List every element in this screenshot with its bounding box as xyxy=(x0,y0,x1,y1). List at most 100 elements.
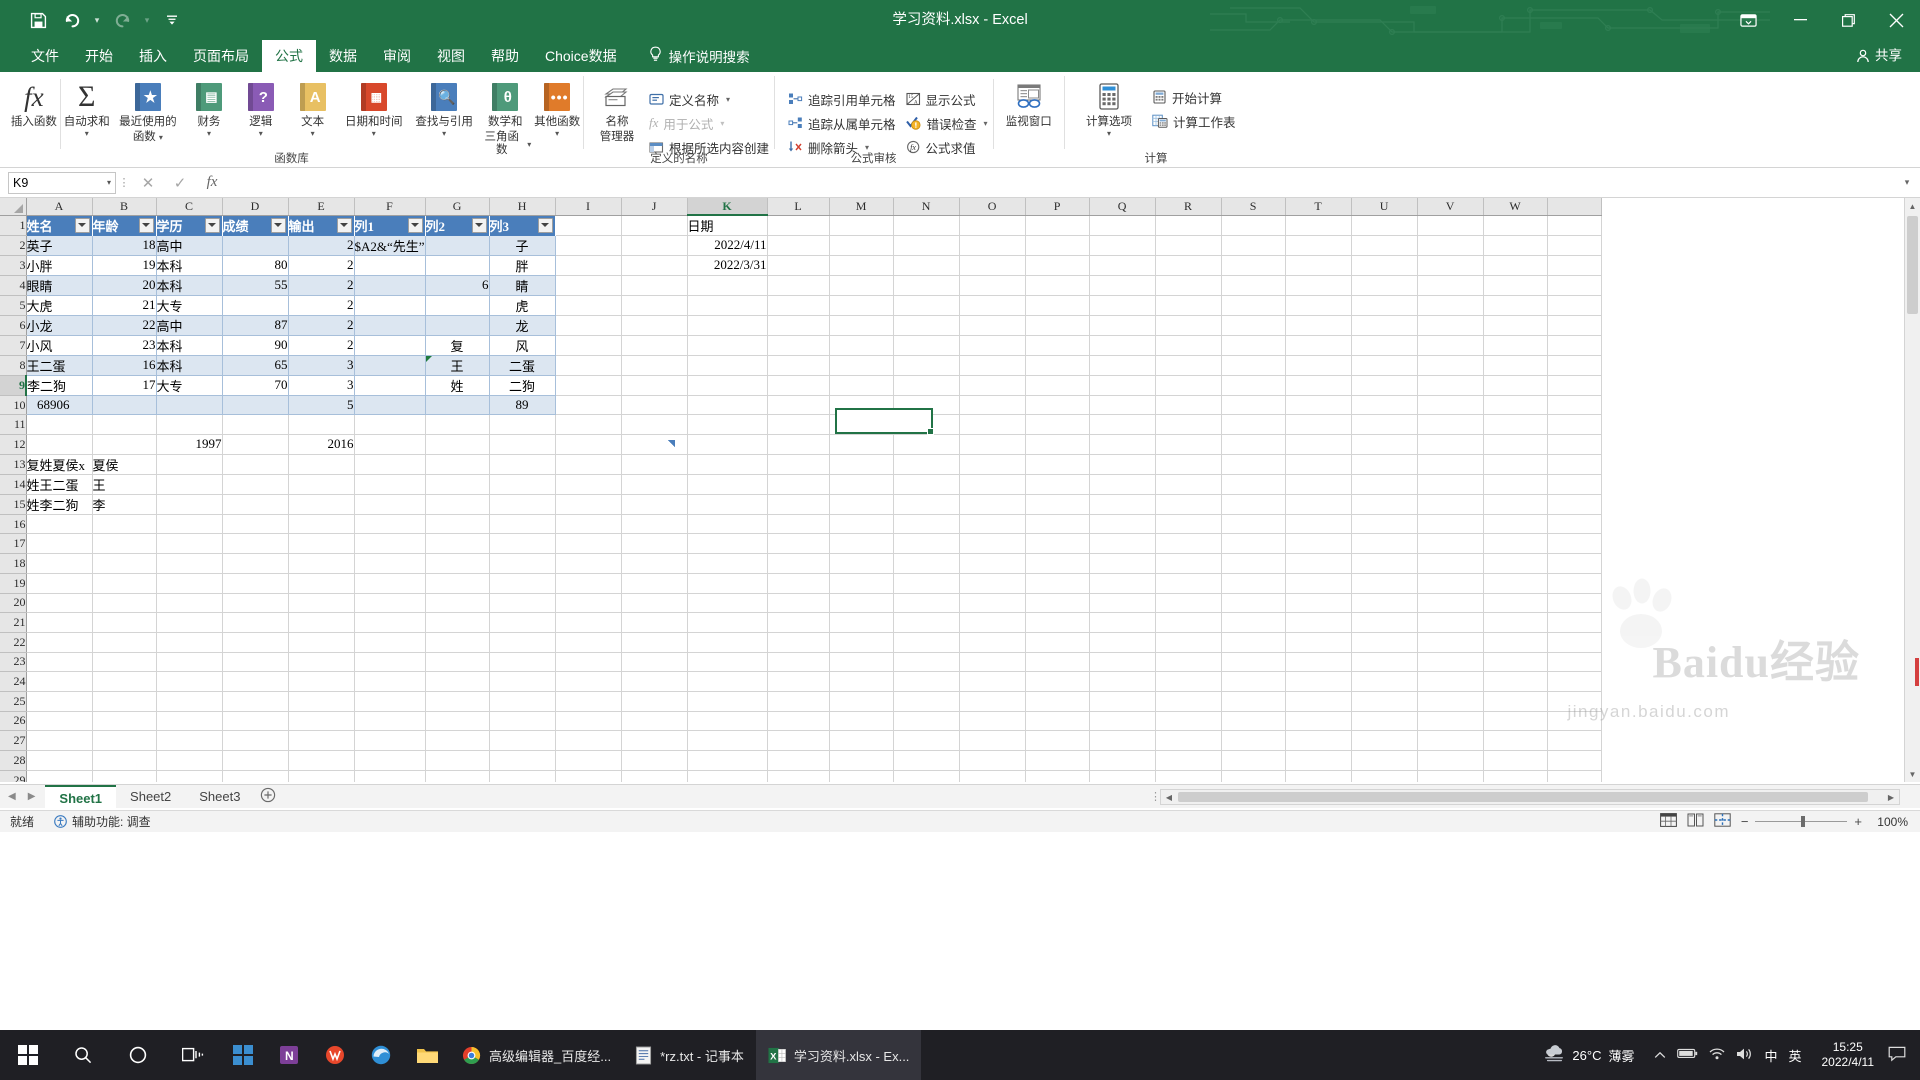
cell-H1[interactable]: 列3 xyxy=(489,215,556,236)
cell-A27[interactable] xyxy=(26,730,93,751)
cell-U11[interactable] xyxy=(1351,414,1418,436)
cell-V27[interactable] xyxy=(1417,730,1484,751)
insert-function-icon[interactable]: fx xyxy=(196,174,228,191)
cell-V13[interactable] xyxy=(1417,454,1484,475)
cell-F25[interactable] xyxy=(354,691,426,712)
cell-B23[interactable] xyxy=(92,652,157,673)
cell-F23[interactable] xyxy=(354,652,426,673)
zoom-out-icon[interactable]: − xyxy=(1741,814,1749,829)
cell-B20[interactable] xyxy=(92,593,157,614)
store-icon[interactable] xyxy=(220,1030,266,1080)
cell-H20[interactable] xyxy=(489,593,556,614)
horizontal-scroll-thumb[interactable] xyxy=(1178,792,1868,802)
cell-T8[interactable] xyxy=(1285,355,1352,376)
cell-R28[interactable] xyxy=(1155,750,1222,771)
cell-X14[interactable] xyxy=(1547,474,1602,495)
cell-W23[interactable] xyxy=(1483,652,1548,673)
cell-T22[interactable] xyxy=(1285,632,1352,653)
cell-M18[interactable] xyxy=(829,553,894,574)
cell-O16[interactable] xyxy=(959,514,1026,535)
add-sheet-button[interactable] xyxy=(254,787,282,806)
cell-K16[interactable] xyxy=(687,514,768,535)
filter-button-B[interactable] xyxy=(138,217,154,233)
row-header-18[interactable]: 18 xyxy=(0,553,27,574)
cell-T23[interactable] xyxy=(1285,652,1352,673)
cell-I2[interactable] xyxy=(555,235,622,256)
cell-K10[interactable] xyxy=(687,395,768,416)
use-in-formula-dropdown-icon[interactable]: ▾ xyxy=(720,119,724,128)
zoom-slider[interactable]: − + xyxy=(1741,814,1862,829)
row-header-4[interactable]: 4 xyxy=(0,275,27,296)
cell-I13[interactable] xyxy=(555,454,622,475)
cell-G17[interactable] xyxy=(425,533,490,555)
cell-F29[interactable] xyxy=(354,770,426,782)
cell-A19[interactable] xyxy=(26,573,93,594)
cell-N18[interactable] xyxy=(893,553,960,574)
tab-file[interactable]: 文件 xyxy=(18,40,72,72)
cell-B16[interactable] xyxy=(92,514,157,535)
cell-G7[interactable]: 复 xyxy=(425,335,490,356)
cell-N12[interactable] xyxy=(893,434,960,455)
cell-N22[interactable] xyxy=(893,632,960,653)
col-header-S[interactable]: S xyxy=(1221,198,1286,216)
cell-V20[interactable] xyxy=(1417,593,1484,614)
cell-S5[interactable] xyxy=(1221,295,1286,316)
cell-E9[interactable]: 3 xyxy=(288,375,355,396)
cell-H18[interactable] xyxy=(489,553,556,574)
cell-S3[interactable] xyxy=(1221,255,1286,276)
cell-T29[interactable] xyxy=(1285,770,1352,782)
cell-H10[interactable]: 89 xyxy=(489,395,556,416)
cell-F4[interactable] xyxy=(354,275,426,296)
cell-K15[interactable] xyxy=(687,494,768,515)
cell-C3[interactable]: 本科 xyxy=(156,255,223,276)
cell-X29[interactable] xyxy=(1547,770,1602,782)
row-header-9[interactable]: 9 xyxy=(0,375,27,396)
cell-P5[interactable] xyxy=(1025,295,1090,316)
cell-X13[interactable] xyxy=(1547,454,1602,475)
col-header-P[interactable]: P xyxy=(1025,198,1090,216)
cell-V6[interactable] xyxy=(1417,315,1484,336)
cell-Q13[interactable] xyxy=(1089,454,1156,475)
cell-G11[interactable] xyxy=(425,414,490,436)
cell-T28[interactable] xyxy=(1285,750,1352,771)
cell-C4[interactable]: 本科 xyxy=(156,275,223,296)
cell-N23[interactable] xyxy=(893,652,960,673)
cell-P20[interactable] xyxy=(1025,593,1090,614)
cell-X27[interactable] xyxy=(1547,730,1602,751)
row-header-10[interactable]: 10 xyxy=(0,395,27,416)
cell-A18[interactable] xyxy=(26,553,93,574)
cell-L23[interactable] xyxy=(767,652,830,673)
cell-B12[interactable] xyxy=(92,434,157,455)
calculation-options-dropdown-icon[interactable]: ▾ xyxy=(1107,129,1111,138)
date-time-dropdown-icon[interactable]: ▾ xyxy=(372,129,376,138)
cell-K11[interactable] xyxy=(687,414,768,436)
cell-L1[interactable] xyxy=(767,215,830,236)
trace-precedents-button[interactable]: 追踪引用单元格 xyxy=(783,87,901,111)
cell-I5[interactable] xyxy=(555,295,622,316)
cell-G4[interactable]: 6 xyxy=(425,275,490,296)
cell-A13[interactable]: 复姓夏侯x xyxy=(26,454,93,475)
cell-K27[interactable] xyxy=(687,730,768,751)
cell-P26[interactable] xyxy=(1025,711,1090,732)
cell-K13[interactable] xyxy=(687,454,768,475)
cell-R10[interactable] xyxy=(1155,395,1222,416)
cell-C5[interactable]: 大专 xyxy=(156,295,223,316)
cell-T11[interactable] xyxy=(1285,414,1352,436)
col-header-M[interactable]: M xyxy=(829,198,894,216)
cell-A9[interactable]: 李二狗 xyxy=(25,375,93,396)
cell-C29[interactable] xyxy=(156,770,223,782)
cell-P4[interactable] xyxy=(1025,275,1090,296)
start-button[interactable] xyxy=(0,1030,55,1080)
cell-I26[interactable] xyxy=(555,711,622,732)
sheet-tab-Sheet3[interactable]: Sheet3 xyxy=(185,785,254,809)
cell-X19[interactable] xyxy=(1547,573,1602,594)
cell-S15[interactable] xyxy=(1221,494,1286,515)
cell-N29[interactable] xyxy=(893,770,960,782)
cell-O2[interactable] xyxy=(959,235,1026,256)
cell-H6[interactable]: 龙 xyxy=(489,315,556,336)
row-header-7[interactable]: 7 xyxy=(0,335,27,356)
cell-C15[interactable] xyxy=(156,494,223,515)
close-button[interactable] xyxy=(1872,0,1920,40)
cell-T13[interactable] xyxy=(1285,454,1352,475)
row-header-25[interactable]: 25 xyxy=(0,691,27,712)
